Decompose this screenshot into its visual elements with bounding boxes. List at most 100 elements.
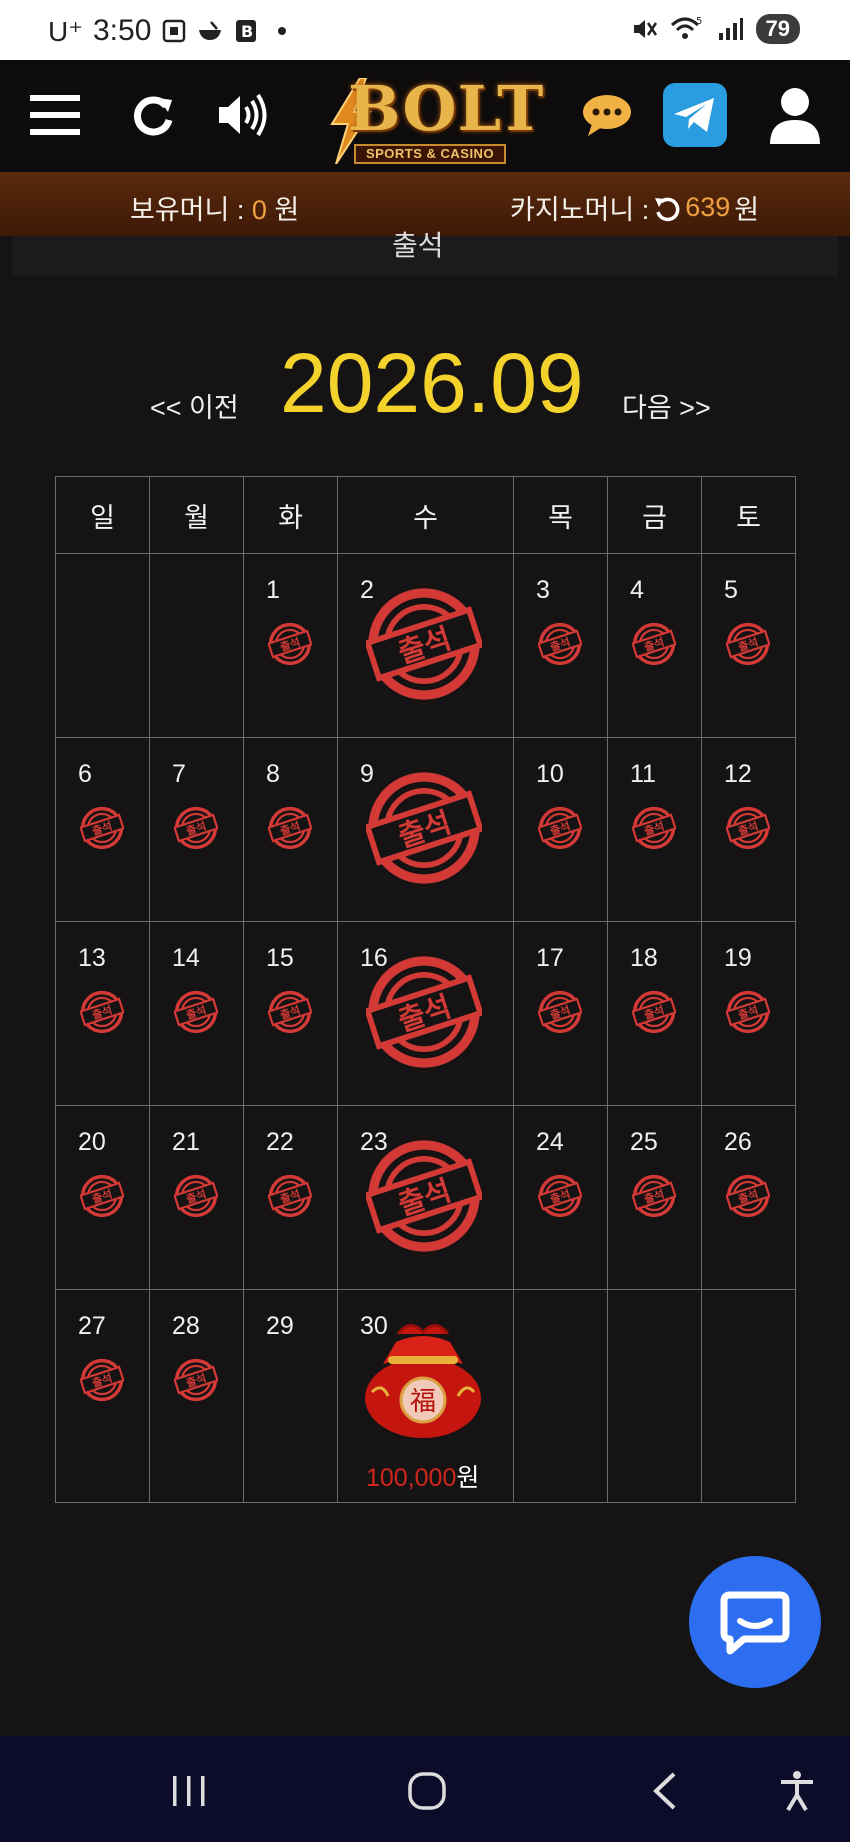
attendance-stamp-icon: 출석 bbox=[174, 806, 218, 850]
back-icon[interactable] bbox=[640, 1766, 690, 1816]
live-chat-button[interactable] bbox=[689, 1556, 821, 1688]
calendar-week-row: 20 출석 21 출석 22 출석 23 출석 24 출석 25 출석 26 출석 bbox=[55, 1105, 796, 1290]
calendar-day-cell: 24 출석 bbox=[513, 1105, 608, 1290]
reward-unit: 원 bbox=[456, 1464, 480, 1492]
calendar-day-cell: 19 출석 bbox=[701, 921, 796, 1106]
hold-money-value: 0 bbox=[251, 195, 267, 225]
day-number: 7 bbox=[172, 760, 186, 788]
battery-level: 79 bbox=[755, 14, 800, 44]
calendar-empty-cell bbox=[55, 553, 150, 738]
attendance-stamp-icon: 출석 bbox=[268, 622, 312, 666]
bowl-icon bbox=[199, 21, 222, 40]
calendar-day-cell: 15 출석 bbox=[243, 921, 338, 1106]
day-number: 18 bbox=[630, 944, 658, 972]
menu-icon[interactable] bbox=[20, 80, 90, 150]
recent-apps-icon[interactable] bbox=[164, 1766, 214, 1816]
home-icon[interactable] bbox=[402, 1766, 452, 1816]
calendar-day-cell: 2 출석 bbox=[337, 553, 514, 738]
day-number: 6 bbox=[78, 760, 92, 788]
day-number: 24 bbox=[536, 1128, 564, 1156]
calendar-week-row: 13 출석 14 출석 15 출석 16 출석 17 출석 18 출석 19 출석 bbox=[55, 921, 796, 1106]
calendar-day-cell: 13 출석 bbox=[55, 921, 150, 1106]
attendance-stamp-icon: 출석 bbox=[366, 772, 482, 884]
calendar-day-cell: 9 출석 bbox=[337, 737, 514, 922]
calendar-day-cell: 8 출석 bbox=[243, 737, 338, 922]
day-number: 28 bbox=[172, 1312, 200, 1340]
calendar-empty-cell bbox=[701, 1289, 796, 1503]
day-number: 17 bbox=[536, 944, 564, 972]
attendance-stamp-icon: 출석 bbox=[726, 806, 770, 850]
attendance-stamp-icon: 출석 bbox=[538, 806, 582, 850]
attendance-stamp-icon: 출석 bbox=[538, 622, 582, 666]
site-header: BOLT SPORTS & CASINO bbox=[0, 60, 850, 172]
lucky-bag-icon: 福 bbox=[365, 1324, 481, 1438]
calendar-day-cell: 23 출석 bbox=[337, 1105, 514, 1290]
attendance-stamp-icon: 출석 bbox=[726, 990, 770, 1034]
attendance-stamp-icon: 출석 bbox=[366, 956, 482, 1068]
attendance-stamp-icon: 출석 bbox=[80, 1358, 124, 1402]
next-month-link[interactable]: 다음 >> bbox=[622, 386, 711, 425]
current-month: 2026.09 bbox=[280, 336, 584, 430]
attendance-stamp-icon: 출석 bbox=[366, 1140, 482, 1252]
calendar-day-cell: 14 출석 bbox=[149, 921, 244, 1106]
screenshot-icon bbox=[163, 19, 186, 43]
attendance-stamp-icon: 출석 bbox=[632, 806, 676, 850]
hold-money-unit: 원 bbox=[266, 195, 300, 225]
casino-refresh-icon[interactable] bbox=[653, 194, 681, 222]
day-number: 25 bbox=[630, 1128, 658, 1156]
calendar-week-row: 1 출석 2 출석 3 출석 4 출석 5 출석 bbox=[55, 553, 796, 738]
signal-icon bbox=[718, 18, 743, 40]
page-title-panel: 출석 bbox=[12, 230, 838, 276]
notification-dot-icon bbox=[278, 27, 287, 35]
attendance-stamp-icon: 출석 bbox=[726, 1174, 770, 1218]
sound-icon[interactable] bbox=[208, 80, 278, 150]
attendance-stamp-icon: 출석 bbox=[80, 806, 124, 850]
calendar-day-cell: 27 출석 bbox=[55, 1289, 150, 1503]
calendar-day-cell: 29 bbox=[243, 1289, 338, 1503]
calendar-empty-cell bbox=[513, 1289, 608, 1503]
attendance-stamp-icon: 출석 bbox=[538, 1174, 582, 1218]
carrier-label: U⁺ bbox=[48, 15, 83, 47]
weekday-mon: 월 bbox=[149, 476, 244, 554]
site-logo[interactable]: BOLT SPORTS & CASINO bbox=[318, 72, 543, 168]
calendar-day-cell: 26 출석 bbox=[701, 1105, 796, 1290]
reward-label: 100,000원 bbox=[366, 1458, 479, 1494]
day-number: 26 bbox=[724, 1128, 752, 1156]
hold-money: 보유머니 : 0 원 bbox=[130, 188, 299, 227]
calendar-day-cell: 11 출석 bbox=[607, 737, 702, 922]
accessibility-icon[interactable] bbox=[772, 1766, 822, 1816]
calendar-day-cell: 17 출석 bbox=[513, 921, 608, 1106]
attendance-stamp-icon: 출석 bbox=[80, 990, 124, 1034]
clock: 3:50 bbox=[93, 14, 152, 47]
user-icon[interactable] bbox=[760, 80, 830, 150]
day-number: 19 bbox=[724, 944, 752, 972]
calendar-day-cell: 12 출석 bbox=[701, 737, 796, 922]
calendar-day-cell: 25 출석 bbox=[607, 1105, 702, 1290]
refresh-icon[interactable] bbox=[118, 80, 188, 150]
mute-icon bbox=[633, 20, 657, 38]
chat-icon[interactable] bbox=[572, 80, 642, 150]
prev-month-link[interactable]: << 이전 bbox=[150, 386, 239, 425]
day-number: 12 bbox=[724, 760, 752, 788]
casino-money: 카지노머니 : 639 원 bbox=[510, 188, 759, 227]
calendar-day-cell: 22 출석 bbox=[243, 1105, 338, 1290]
attendance-stamp-icon: 출석 bbox=[80, 1174, 124, 1218]
day-number: 4 bbox=[630, 576, 644, 604]
attendance-stamp-icon: 출석 bbox=[174, 1358, 218, 1402]
weekday-wed: 수 bbox=[337, 476, 514, 554]
day-number: 14 bbox=[172, 944, 200, 972]
attendance-stamp-icon: 출석 bbox=[268, 990, 312, 1034]
calendar-day-cell: 16 출석 bbox=[337, 921, 514, 1106]
attendance-stamp-icon: 출석 bbox=[174, 990, 218, 1034]
b-app-icon: B bbox=[236, 20, 257, 42]
page-title: 출석 bbox=[392, 230, 444, 261]
calendar-day-cell: 5 출석 bbox=[701, 553, 796, 738]
attendance-stamp-icon: 출석 bbox=[268, 1174, 312, 1218]
day-number: 1 bbox=[266, 576, 280, 604]
calendar-week-row: 6 출석 7 출석 8 출석 9 출석 10 출석 11 출석 12 출석 bbox=[55, 737, 796, 922]
calendar-day-cell: 4 출석 bbox=[607, 553, 702, 738]
calendar-empty-cell bbox=[607, 1289, 702, 1503]
attendance-stamp-icon: 출석 bbox=[366, 588, 482, 700]
day-number: 5 bbox=[724, 576, 738, 604]
telegram-icon[interactable] bbox=[660, 80, 730, 150]
